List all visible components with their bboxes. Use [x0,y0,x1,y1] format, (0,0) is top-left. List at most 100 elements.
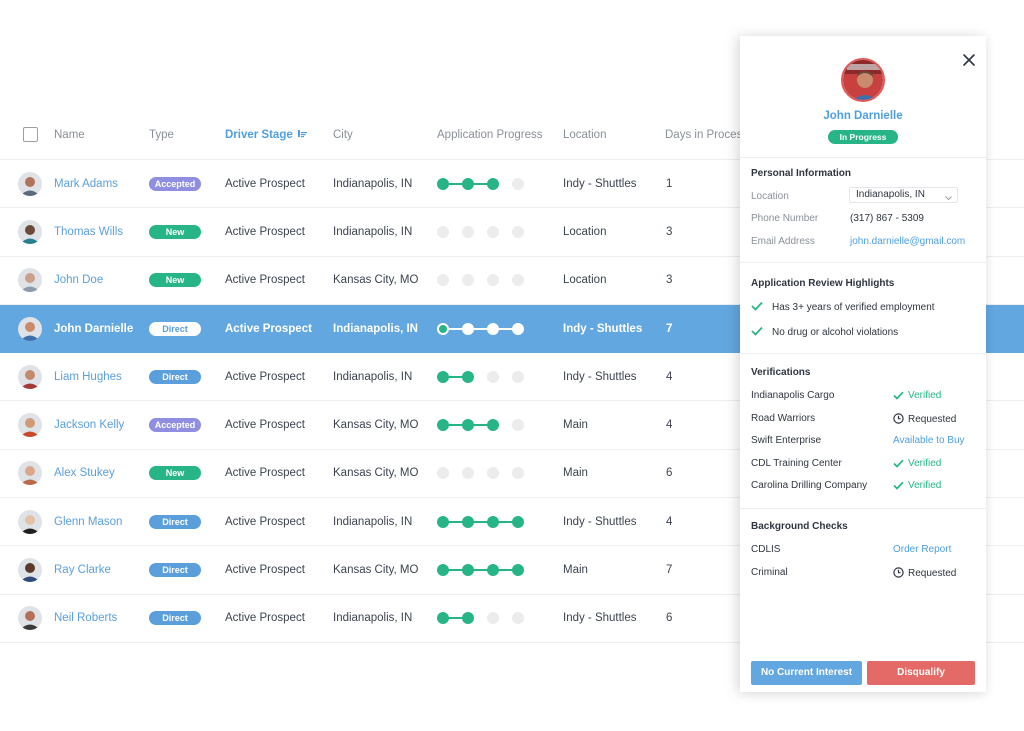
progress-step [462,177,474,190]
location-cell: Main [563,467,588,480]
check-icon [751,301,763,314]
progress-step [512,274,524,287]
divider [740,508,986,509]
city-cell: Indianapolis, IN [333,177,413,190]
disqualify-button[interactable]: Disqualify [867,661,975,685]
driver-name-link[interactable]: John Darnielle [54,323,133,335]
avatar [18,509,42,534]
driver-name-link[interactable]: Glenn Mason [54,516,122,528]
city-cell: Indianapolis, IN [333,370,413,383]
verification-status: Verified [893,390,941,401]
progress-line [443,327,518,330]
application-progress [437,322,527,336]
driver-name-link[interactable]: Alex Stukey [54,467,115,479]
avatar [18,171,42,196]
progress-step [437,322,449,335]
location-select[interactable]: Indianapolis, IN [849,187,958,203]
driver-name-link[interactable]: Thomas Wills [54,226,123,238]
check-icon [893,458,908,469]
column-header-application-progress[interactable]: Application Progress [437,129,542,141]
verification-status: Verified [893,458,941,469]
driver-stage-cell: Active Prospect [225,419,305,432]
progress-step [437,225,449,238]
days-in-process-cell: 4 [666,419,673,432]
driver-name-link[interactable]: Liam Hughes [54,371,122,383]
status-text: Verified [908,390,942,401]
no-current-interest-button[interactable]: No Current Interest [751,661,862,685]
verification-name: Criminal [751,566,788,578]
close-icon[interactable] [961,52,977,68]
progress-step [462,274,474,287]
type-badge: New [149,224,201,239]
progress-step [512,225,524,238]
progress-step [487,467,499,480]
location-cell: Main [563,419,588,432]
progress-step [462,225,474,238]
location-cell: Indy - Shuttles [563,370,637,383]
status-badge: In Progress [828,130,898,144]
days-in-process-cell: 7 [666,564,673,577]
email-link[interactable]: john.darnielle@gmail.com [850,236,965,247]
progress-line [443,520,518,523]
column-header-driver-stage[interactable]: Driver Stage [225,129,307,141]
action-link[interactable]: Available to Buy [893,435,965,446]
phone-label: Phone Number [751,213,819,224]
divider [740,157,986,158]
column-header-type[interactable]: Type [149,129,174,141]
application-progress [437,515,527,529]
location-cell: Indy - Shuttles [563,612,637,625]
driver-name: John Darnielle [823,110,903,122]
status-text: Verified [908,457,942,469]
driver-name-link[interactable]: Jackson Kelly [54,419,124,431]
status-text: Verified [908,480,942,491]
progress-step [462,370,474,383]
days-in-process-cell: 6 [666,467,673,480]
driver-stage-cell: Active Prospect [225,370,305,383]
driver-stage-cell: Active Prospect [225,612,305,625]
sort-icon[interactable] [297,129,307,141]
location-label: Location [751,191,789,202]
driver-name-link[interactable]: John Doe [54,274,103,286]
application-progress [437,611,527,625]
column-header-name[interactable]: Name [54,129,85,141]
progress-step [512,467,524,480]
city-cell: Indianapolis, IN [333,322,418,335]
clock-icon [893,412,908,425]
column-header-location[interactable]: Location [563,129,606,141]
chevron-down-icon [945,192,952,206]
driver-stage-cell: Active Prospect [225,322,312,335]
city-cell: Kansas City, MO [333,274,419,287]
progress-step [487,370,499,383]
progress-step [487,612,499,625]
column-header-city[interactable]: City [333,129,353,141]
status-text: Requested [908,413,957,425]
verification-status: Verified [893,480,941,491]
column-header-days-in-process[interactable]: Days in Process [665,129,748,141]
select-all-checkbox[interactable] [23,127,38,142]
progress-step [462,564,474,577]
action-link[interactable]: Order Report [893,544,951,555]
progress-step [462,419,474,432]
application-progress [437,273,527,287]
progress-step [512,370,524,383]
driver-name-link[interactable]: Neil Roberts [54,612,117,624]
highlights-heading: Application Review Highlights [751,278,895,289]
progress-step [437,177,449,190]
highlight-text: Has 3+ years of verified employment [772,302,935,314]
driver-detail-panel: John Darnielle In Progress Personal Info… [740,36,986,692]
progress-step [487,564,499,577]
highlight-item: No drug or alcohol violations [751,326,898,339]
type-badge: Direct [149,369,201,384]
status-text: Available to Buy [893,435,965,446]
verification-name: Carolina Drilling Company [751,480,868,491]
driver-stage-cell: Active Prospect [225,274,305,287]
progress-step [437,370,449,383]
progress-step [487,515,499,528]
type-badge: Direct [149,611,201,626]
location-cell: Location [563,274,607,287]
progress-step [512,564,524,577]
type-badge: Direct [149,563,201,578]
days-in-process-cell: 4 [666,370,673,383]
driver-name-link[interactable]: Mark Adams [54,178,118,190]
driver-name-link[interactable]: Ray Clarke [54,564,111,576]
